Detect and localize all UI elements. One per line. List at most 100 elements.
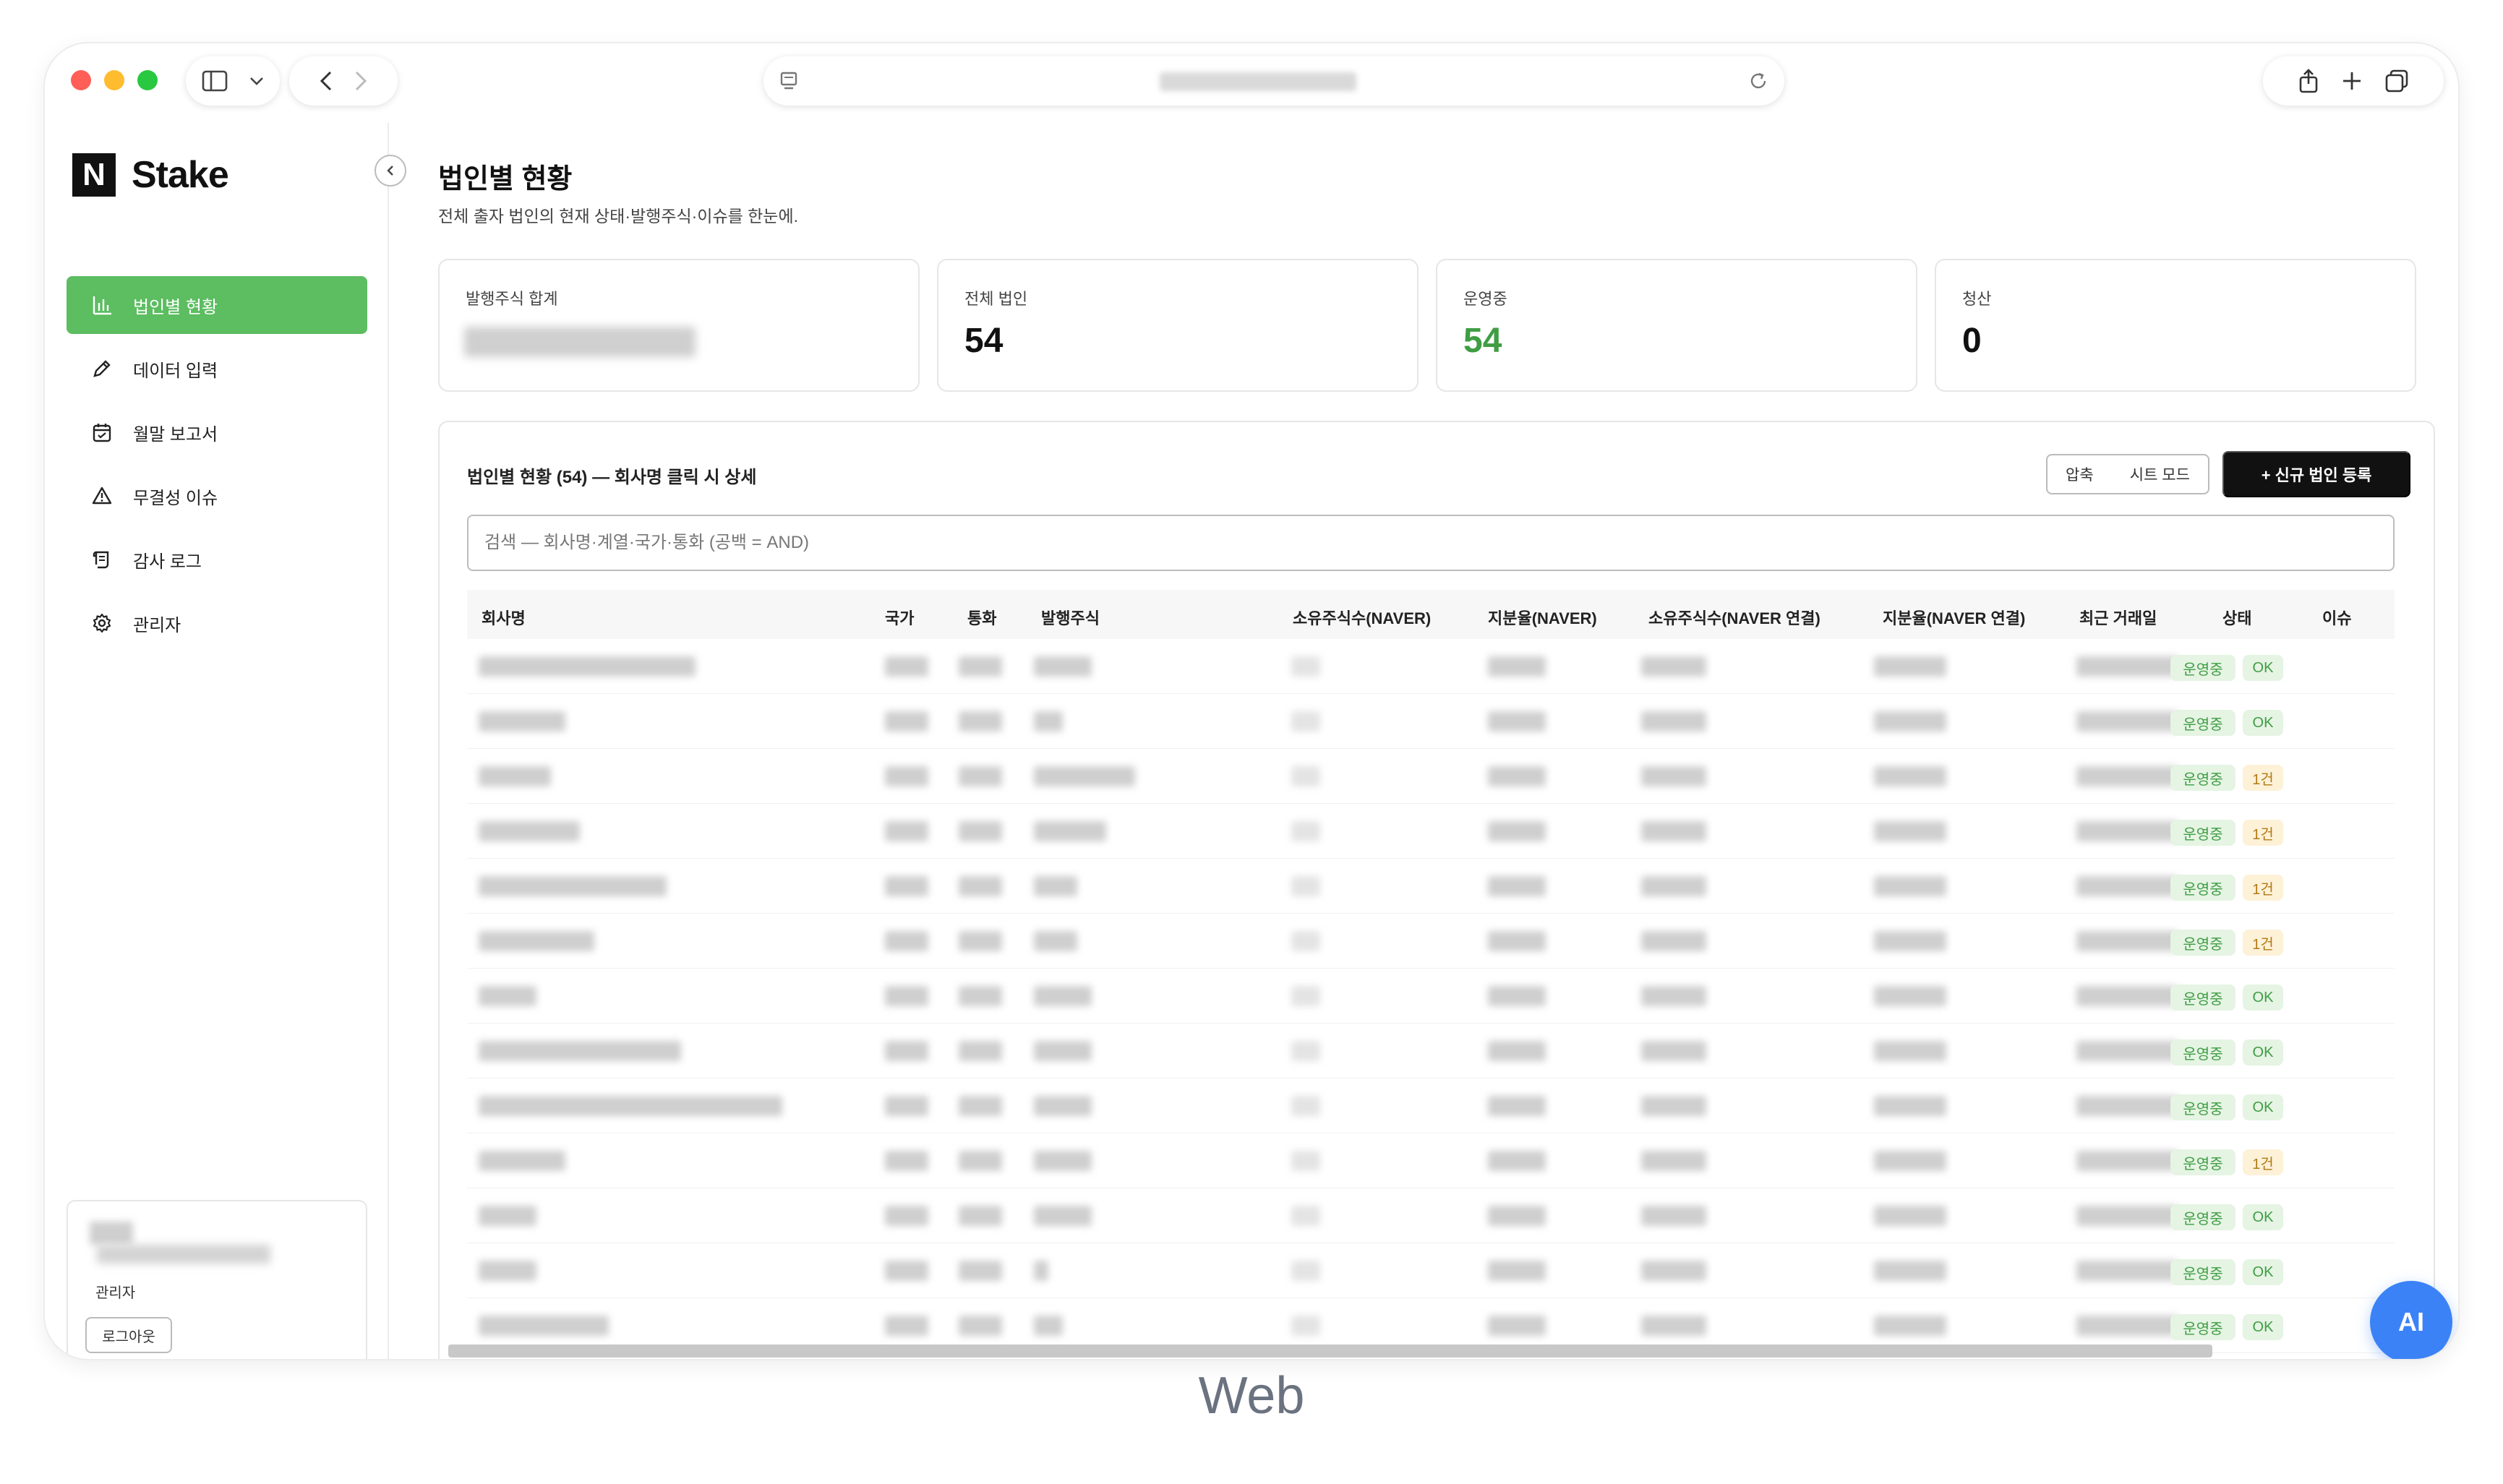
forward-icon[interactable] — [354, 70, 367, 92]
table-row[interactable]: 운영중 OK — [467, 1243, 2395, 1298]
redacted-cell — [1291, 876, 1320, 896]
redacted-cell — [959, 1206, 1002, 1226]
sidebar-item-label: 관리자 — [133, 615, 181, 635]
close-window-button[interactable] — [71, 70, 91, 90]
issue-badge: OK — [2243, 1039, 2283, 1065]
redacted-cell — [1291, 1041, 1320, 1061]
tabs-overview-icon[interactable] — [2384, 69, 2409, 93]
redacted-cell — [885, 986, 928, 1006]
issue-badge[interactable]: 1건 — [2243, 930, 2283, 956]
back-icon[interactable] — [320, 70, 333, 92]
issue-badge[interactable]: 1건 — [2243, 820, 2283, 846]
redacted-cell — [479, 821, 580, 841]
redacted-cell — [479, 1151, 565, 1171]
redacted-cell — [1488, 1041, 1546, 1061]
redacted-cell — [1034, 656, 1092, 677]
add-entity-button[interactable]: + 신규 법인 등록 — [2222, 451, 2410, 497]
redacted-cell — [1641, 1206, 1706, 1226]
redacted-cell — [959, 711, 1002, 732]
column-header[interactable]: 국가 — [885, 606, 914, 629]
table-row[interactable]: 운영중 1건 — [467, 1133, 2395, 1188]
redacted-cell — [959, 931, 1002, 951]
table-row[interactable]: 운영중 OK — [467, 1188, 2395, 1243]
redacted-cell — [1488, 931, 1546, 951]
logout-button[interactable]: 로그아웃 — [85, 1317, 172, 1353]
issue-badge[interactable]: 1건 — [2243, 875, 2283, 901]
column-header[interactable]: 소유주식수(NAVER 연결) — [1648, 606, 1820, 629]
stat-value: 54 — [1463, 322, 1502, 360]
chevron-down-icon[interactable] — [249, 76, 264, 86]
search-input[interactable] — [467, 515, 2395, 571]
redacted-cell — [1488, 766, 1546, 786]
table-row[interactable]: 운영중 OK — [467, 1078, 2395, 1133]
table-row[interactable]: 운영중 OK — [467, 639, 2395, 694]
table-row[interactable]: 운영중 1건 — [467, 749, 2395, 804]
column-header[interactable]: 지분율(NAVER 연결) — [1883, 606, 2025, 629]
stat-value-redacted — [464, 327, 696, 357]
table-row[interactable]: 운영중 OK — [467, 694, 2395, 749]
sidebar-toggle-icon — [202, 70, 228, 92]
maximize-window-button[interactable] — [137, 70, 158, 90]
sidebar-item-monthly-report[interactable]: 월말 보고서 — [67, 403, 367, 461]
brand-logo[interactable]: N Stake — [72, 153, 229, 197]
column-header[interactable]: 통화 — [967, 606, 996, 629]
compact-mode-button[interactable]: 압축 — [2066, 463, 2094, 485]
reload-icon[interactable] — [1748, 71, 1768, 91]
redacted-cell — [2076, 1041, 2178, 1061]
table-row[interactable]: 운영중 1건 — [467, 859, 2395, 914]
column-header[interactable]: 최근 거래일 — [2079, 606, 2157, 629]
ai-assistant-button[interactable]: AI — [2370, 1281, 2452, 1359]
sidebar-item-data-entry[interactable]: 데이터 입력 — [67, 340, 367, 398]
sidebar-toggle-button[interactable] — [186, 56, 280, 106]
redacted-cell — [1291, 1151, 1320, 1171]
share-icon[interactable] — [2298, 68, 2319, 94]
redacted-cell — [885, 821, 928, 841]
table-row[interactable]: 운영중 1건 — [467, 914, 2395, 969]
table-row[interactable]: 운영중 1건 — [467, 804, 2395, 859]
redacted-cell — [1874, 1206, 1946, 1226]
status-badge: 운영중 — [2170, 710, 2235, 736]
redacted-cell — [885, 876, 928, 896]
horizontal-scrollbar[interactable] — [448, 1344, 2212, 1358]
column-header[interactable]: 이슈 — [2322, 606, 2351, 629]
column-header[interactable]: 지분율(NAVER) — [1488, 606, 1597, 629]
sidebar-item-corporate-status[interactable]: 법인별 현황 — [67, 276, 367, 334]
redacted-cell — [479, 986, 536, 1006]
sheet-mode-button[interactable]: 시트 모드 — [2130, 463, 2190, 485]
status-badge: 운영중 — [2170, 1039, 2235, 1065]
redacted-cell — [1291, 656, 1320, 677]
redacted-cell — [959, 1316, 1002, 1336]
table-row[interactable]: 운영중 OK — [467, 1024, 2395, 1078]
redacted-cell — [479, 711, 565, 732]
issue-badge[interactable]: 1건 — [2243, 1149, 2283, 1175]
redacted-cell — [2076, 1261, 2178, 1281]
new-tab-icon[interactable] — [2341, 70, 2363, 92]
sidebar: N Stake 법인별 현황 데이터 입력 월말 보고서 무결성 이슈 감사 로… — [45, 123, 406, 1359]
table-row[interactable]: 운영중 OK — [467, 969, 2395, 1024]
column-header[interactable]: 상태 — [2222, 606, 2251, 629]
collapse-sidebar-button[interactable] — [375, 155, 406, 186]
issue-badge[interactable]: 1건 — [2243, 765, 2283, 791]
caption: Web — [1198, 1367, 1305, 1425]
gear-icon — [93, 613, 111, 633]
sidebar-item-admin[interactable]: 관리자 — [67, 594, 367, 652]
redacted-cell — [2076, 931, 2178, 951]
minimize-window-button[interactable] — [104, 70, 124, 90]
browser-titlebar — [45, 43, 2458, 123]
sidebar-item-audit-log[interactable]: 감사 로그 — [67, 531, 367, 588]
status-badge: 운영중 — [2170, 655, 2235, 681]
redacted-cell — [1488, 711, 1546, 732]
column-header[interactable]: 회사명 — [482, 606, 526, 629]
issue-badge: OK — [2243, 985, 2283, 1011]
redacted-cell — [1641, 656, 1706, 677]
redacted-cell — [2076, 986, 2178, 1006]
redacted-cell — [1034, 1261, 1048, 1281]
redacted-cell — [2076, 656, 2178, 677]
sidebar-item-integrity-issues[interactable]: 무결성 이슈 — [67, 467, 367, 525]
entity-table-panel: 법인별 현황 (54) — 회사명 클릭 시 상세 압축 시트 모드 + 신규 … — [438, 421, 2435, 1359]
column-header[interactable]: 소유주식수(NAVER) — [1293, 606, 1431, 629]
redacted-cell — [885, 1041, 928, 1061]
column-header[interactable]: 발행주식 — [1041, 606, 1100, 629]
redacted-cell — [1291, 931, 1320, 951]
address-bar[interactable] — [763, 56, 1784, 106]
